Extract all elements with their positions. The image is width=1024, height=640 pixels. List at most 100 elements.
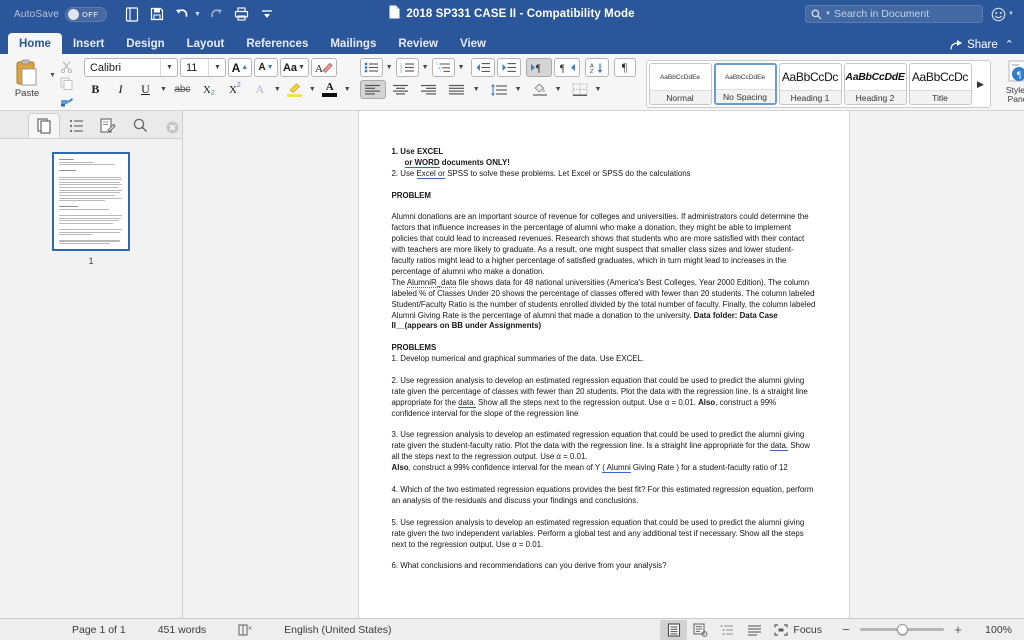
font-size-caret-icon[interactable]: ▼ [212, 64, 223, 71]
style-no-spacing[interactable]: AaBbCcDdEe No Spacing [713, 63, 777, 105]
paste-dropdown-caret[interactable]: ▼ [49, 72, 56, 79]
web-layout-view-button[interactable] [687, 620, 714, 640]
bullets-button[interactable] [359, 58, 383, 77]
search-input[interactable]: ▼ Search in Document [805, 5, 984, 23]
styles-pane-button[interactable]: ¶ Styles Pane [995, 56, 1024, 104]
underline-button[interactable]: U [134, 80, 157, 99]
sort-button[interactable]: AZ [584, 58, 609, 77]
multilevel-caret-icon[interactable]: ▼ [457, 64, 466, 71]
text-effects-button[interactable]: A [249, 80, 271, 99]
thumbnails-tab[interactable] [28, 113, 60, 138]
numbering-button[interactable]: 123 [395, 58, 419, 77]
shading-button[interactable] [528, 80, 552, 99]
autosave-switch[interactable]: OFF [64, 6, 107, 22]
document-body[interactable]: 1. Use EXCEL or WORD documents ONLY! 2. … [392, 147, 816, 572]
justify-button[interactable] [444, 80, 470, 99]
shrink-font-button[interactable]: A ▼ [253, 58, 278, 77]
tab-design[interactable]: Design [115, 33, 175, 54]
font-color-caret-icon[interactable]: ▼ [343, 86, 352, 93]
multilevel-list-button[interactable]: 1ai [431, 58, 455, 77]
borders-button[interactable] [568, 80, 592, 99]
undo-icon[interactable] [171, 3, 193, 25]
grow-font-button[interactable]: A ▲ [227, 58, 252, 77]
underline-caret-icon[interactable]: ▼ [159, 86, 168, 93]
proofing-status[interactable]: ✕ [222, 623, 268, 636]
line-spacing-button[interactable] [486, 80, 512, 99]
search-dropdown-caret[interactable]: ▼ [825, 11, 831, 17]
rtl-text-direction-button[interactable]: ¶ [553, 58, 580, 77]
smiley-dropdown-caret[interactable]: ▼ [1008, 11, 1014, 17]
feedback-smiley-button[interactable]: ▼ [991, 7, 1014, 22]
tab-home[interactable]: Home [8, 33, 62, 54]
font-name-combo[interactable]: Calibri ▼ [83, 58, 178, 77]
align-center-button[interactable] [388, 80, 414, 99]
style-title[interactable]: AaBbCcDc Title [908, 63, 972, 105]
share-button[interactable]: Share [950, 39, 998, 51]
zoom-slider-knob[interactable] [897, 624, 908, 635]
numbering-caret-icon[interactable]: ▼ [421, 64, 430, 71]
align-right-button[interactable] [416, 80, 442, 99]
zoom-slider[interactable] [860, 623, 944, 637]
draft-view-button[interactable] [741, 620, 768, 640]
reviewing-tab[interactable] [92, 113, 124, 138]
italic-button[interactable]: I [109, 80, 132, 99]
tab-references[interactable]: References [235, 33, 319, 54]
new-document-icon[interactable] [121, 3, 143, 25]
highlight-caret-icon[interactable]: ▼ [308, 86, 317, 93]
increase-indent-button[interactable] [496, 58, 521, 77]
align-left-button[interactable] [359, 80, 386, 99]
focus-mode-button[interactable]: Focus [768, 624, 832, 636]
style-heading-2[interactable]: AaBbCcDdE Heading 2 [843, 63, 907, 105]
tab-mailings[interactable]: Mailings [319, 33, 387, 54]
font-name-caret-icon[interactable]: ▼ [164, 64, 175, 71]
change-case-caret-icon[interactable]: ▼ [297, 64, 306, 71]
redo-icon[interactable] [206, 3, 228, 25]
style-heading-1[interactable]: AaBbCcDc Heading 1 [778, 63, 842, 105]
decrease-indent-button[interactable] [470, 58, 495, 77]
style-normal[interactable]: AaBbCcDdEe Normal [648, 63, 712, 105]
cut-button[interactable] [58, 58, 76, 74]
document-page[interactable]: 1. Use EXCEL or WORD documents ONLY! 2. … [358, 111, 849, 618]
tab-insert[interactable]: Insert [62, 33, 115, 54]
language-indicator[interactable]: English (United States) [268, 624, 407, 636]
print-icon[interactable] [231, 3, 253, 25]
outline-view-button[interactable] [714, 620, 741, 640]
customize-toolbar-icon[interactable] [256, 3, 278, 25]
subscript-button[interactable]: X2 [197, 80, 221, 99]
show-paragraph-marks-button[interactable]: ¶ [613, 58, 636, 77]
zoom-out-button[interactable]: − [840, 622, 852, 637]
paste-button[interactable]: Paste [6, 56, 48, 99]
autosave-toggle[interactable]: AutoSave OFF [14, 6, 107, 22]
page-indicator[interactable]: Page 1 of 1 [56, 624, 142, 636]
tab-layout[interactable]: Layout [176, 33, 236, 54]
font-size-combo[interactable]: 11 ▼ [179, 58, 226, 77]
clear-formatting-button[interactable]: A [310, 58, 337, 77]
page-thumbnail[interactable] [52, 152, 130, 251]
strikethrough-button[interactable]: abc [170, 80, 195, 99]
copy-button[interactable] [58, 75, 76, 91]
zoom-level[interactable]: 100% [978, 624, 1012, 636]
text-effects-caret-icon[interactable]: ▼ [273, 86, 282, 93]
styles-more-button[interactable]: ▶ [974, 63, 988, 105]
font-color-button[interactable]: A [319, 80, 341, 99]
undo-dropdown-caret[interactable]: ▼ [194, 11, 201, 18]
shading-caret-icon[interactable]: ▼ [554, 86, 563, 93]
page-thumbnail-item[interactable]: 1 [52, 152, 130, 266]
bold-button[interactable]: B [84, 80, 107, 99]
change-case-button[interactable]: Aa ▼ [279, 58, 309, 77]
search-tab[interactable] [124, 113, 156, 138]
borders-caret-icon[interactable]: ▼ [594, 86, 603, 93]
print-layout-view-button[interactable] [660, 619, 688, 640]
bullets-caret-icon[interactable]: ▼ [385, 64, 394, 71]
document-map-tab[interactable] [60, 113, 92, 138]
word-count[interactable]: 451 words [142, 624, 222, 636]
save-icon[interactable] [146, 3, 168, 25]
line-spacing-caret-icon[interactable]: ▼ [514, 86, 523, 93]
close-navigation-pane-button[interactable] [162, 121, 182, 138]
format-painter-button[interactable] [58, 92, 76, 108]
collapse-ribbon-chevron-icon[interactable]: ⌃ [1005, 38, 1014, 51]
justify-caret-icon[interactable]: ▼ [472, 86, 481, 93]
highlight-color-button[interactable] [284, 80, 306, 99]
tab-review[interactable]: Review [387, 33, 449, 54]
ltr-text-direction-button[interactable]: ¶ [525, 58, 552, 77]
